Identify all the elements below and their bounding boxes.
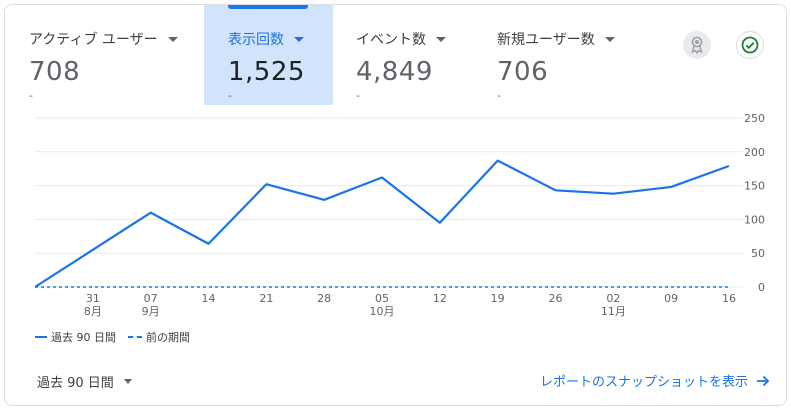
metrics-card: アクティブ ユーザー 708 - 表示回数 1,525 - イベント数 4,84… xyxy=(4,4,787,406)
series-line-current xyxy=(34,159,730,288)
y-tick-label: 50 xyxy=(751,247,765,260)
legend-item-previous: 前の期間 xyxy=(128,329,190,345)
line-chart: 0 50 100 150 200 250 31 07 14 21 28 05 12 19 26 02 09 16… xyxy=(34,112,765,318)
x-tick-label: 19 xyxy=(491,292,505,305)
y-tick-label: 100 xyxy=(744,213,765,226)
legend-label-current: 過去 90 日間 xyxy=(51,331,116,344)
x-tick-label: 26 xyxy=(549,292,563,305)
x-tick-label: 07 xyxy=(144,292,158,305)
x-tick-label: 14 xyxy=(202,292,216,305)
chart-legend: 過去 90 日間 前の期間 xyxy=(35,329,202,345)
y-tick-label: 0 xyxy=(758,281,765,294)
y-tick-label: 150 xyxy=(744,180,765,193)
legend-item-current: 過去 90 日間 xyxy=(35,329,116,345)
x-tick-label: 02 xyxy=(606,292,620,305)
arrow-right-icon xyxy=(757,375,770,386)
x-tick-label: 12 xyxy=(433,292,447,305)
dropdown-caret-icon xyxy=(123,379,132,384)
x-tick-label: 31 xyxy=(86,292,100,305)
x-month-label: 10月 xyxy=(370,305,395,318)
date-range-selector[interactable]: 過去 90 日間 xyxy=(37,372,132,391)
x-tick-label: 28 xyxy=(317,292,331,305)
x-tick-label: 09 xyxy=(664,292,678,305)
y-tick-label: 200 xyxy=(744,146,765,159)
x-month-label: 11月 xyxy=(601,305,626,318)
view-report-snapshot-link[interactable]: レポートのスナップショットを表示 xyxy=(540,371,770,390)
x-month-label: 8月 xyxy=(84,305,102,318)
legend-swatch-dashed xyxy=(128,336,142,338)
x-month-label: 9月 xyxy=(142,305,160,318)
legend-label-previous: 前の期間 xyxy=(146,331,190,344)
date-range-label: 過去 90 日間 xyxy=(37,376,114,391)
report-link-label: レポートのスナップショットを表示 xyxy=(539,375,748,390)
x-tick-label: 16 xyxy=(722,292,736,305)
legend-swatch-solid xyxy=(35,336,47,338)
x-tick-label: 05 xyxy=(375,292,389,305)
x-tick-label: 21 xyxy=(259,292,273,305)
y-tick-label: 250 xyxy=(744,112,765,125)
